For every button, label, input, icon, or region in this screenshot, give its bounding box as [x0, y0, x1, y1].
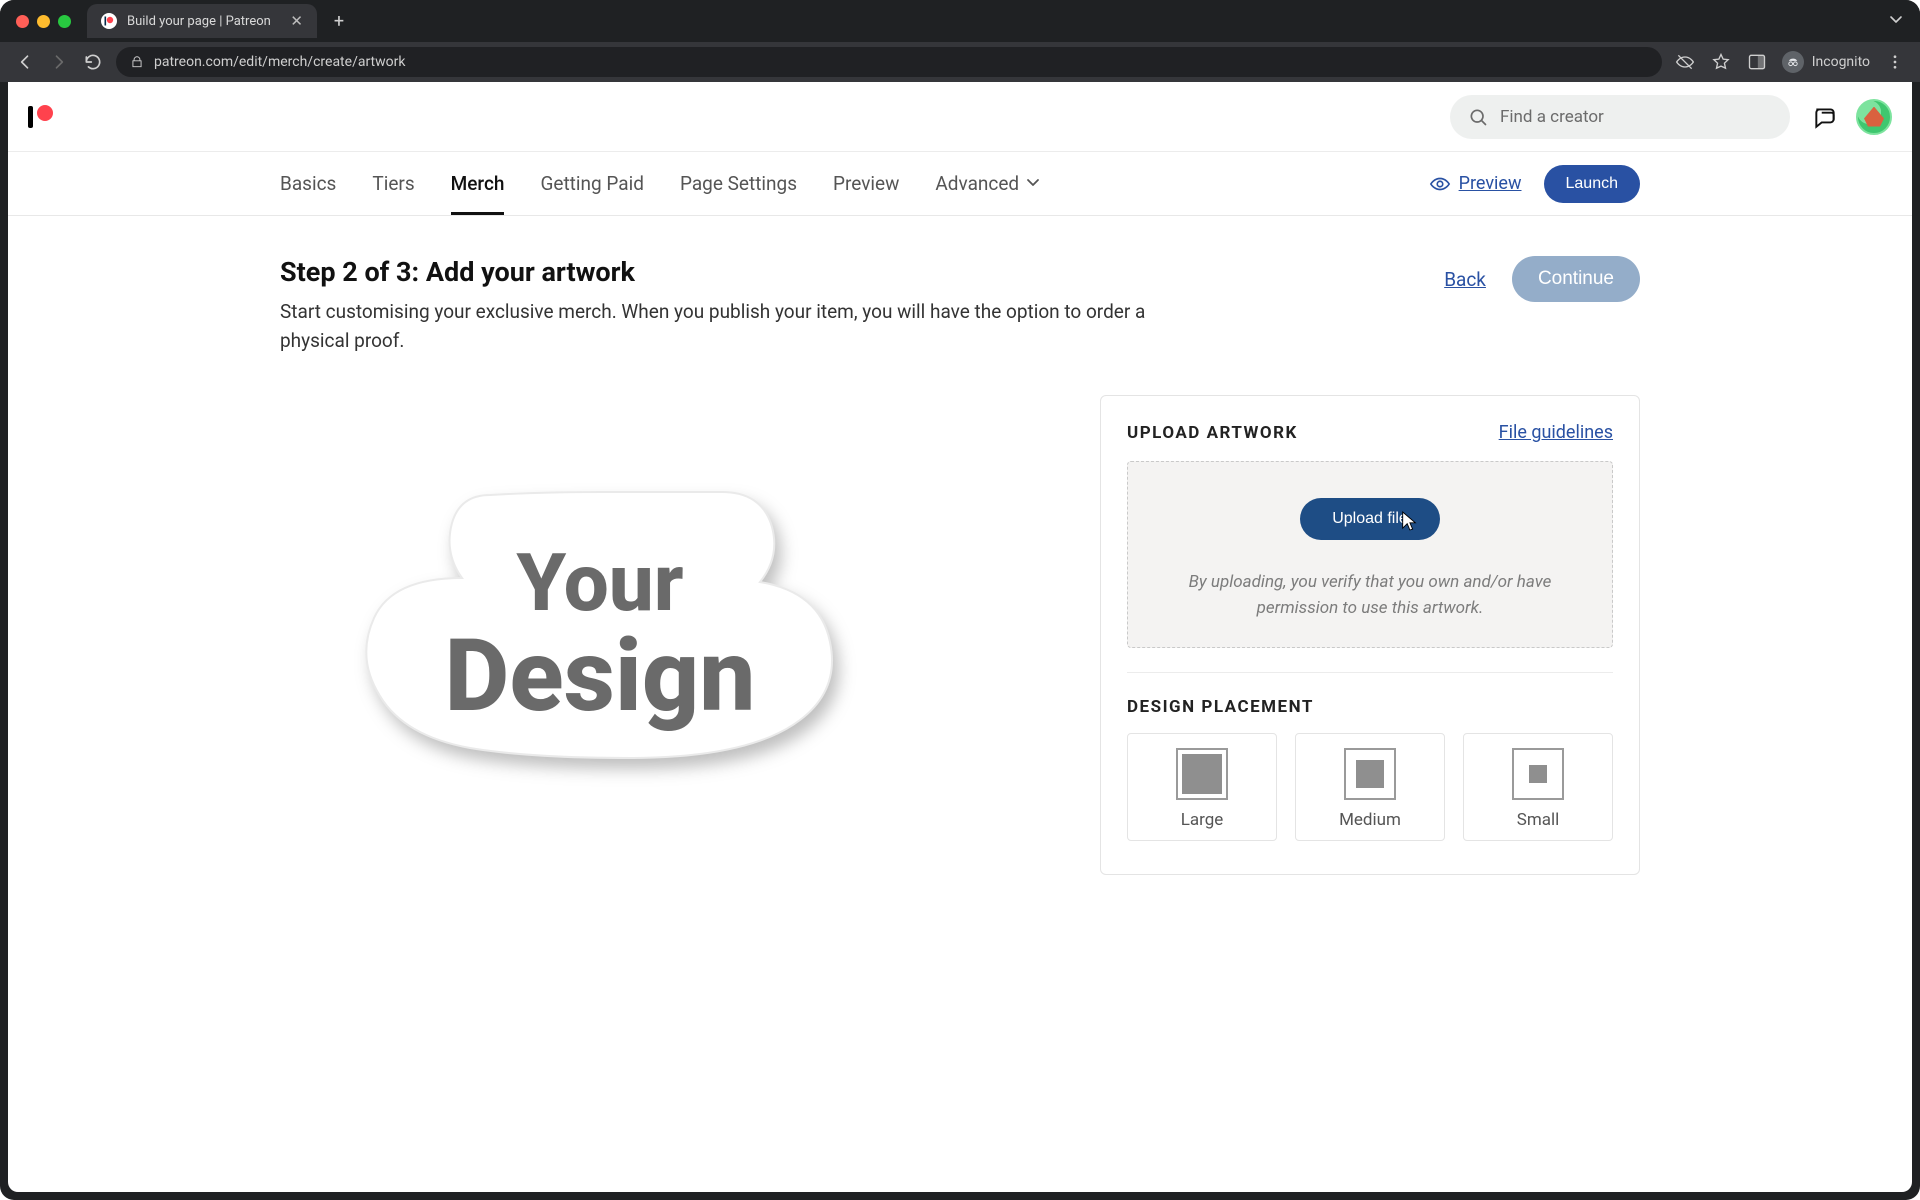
tab-advanced[interactable]: Advanced [935, 152, 1041, 215]
upload-file-button[interactable]: Upload file [1300, 498, 1440, 540]
preview-link[interactable]: Preview [1429, 173, 1522, 195]
placement-option-medium[interactable]: Medium [1295, 733, 1445, 841]
app-header: Find a creator [8, 82, 1912, 152]
forward-icon[interactable] [48, 51, 70, 73]
placement-thumb-small [1512, 748, 1564, 800]
incognito-indicator[interactable]: Incognito [1782, 51, 1870, 73]
search-icon [1468, 107, 1488, 127]
back-link[interactable]: Back [1444, 268, 1486, 291]
placement-thumb-large [1176, 748, 1228, 800]
logo-dot [37, 105, 53, 121]
eye-icon [1429, 173, 1451, 195]
panel-icon[interactable] [1746, 51, 1768, 73]
eye-off-icon[interactable] [1674, 51, 1696, 73]
placement-thumb-medium [1344, 748, 1396, 800]
placement-option-small[interactable]: Small [1463, 733, 1613, 841]
placement-option-large[interactable]: Large [1127, 733, 1277, 841]
divider [1127, 672, 1613, 673]
address-bar[interactable]: patreon.com/edit/merch/create/artwork [116, 47, 1662, 77]
star-icon[interactable] [1710, 51, 1732, 73]
launch-button[interactable]: Launch [1544, 165, 1641, 203]
placement-label-large: Large [1181, 810, 1224, 830]
messages-icon[interactable] [1812, 104, 1838, 130]
logo-bar [28, 106, 33, 128]
preview-text-line1: Your [516, 543, 683, 623]
merch-preview: Your Design [280, 395, 1060, 875]
placement-section-title: DESIGN PLACEMENT [1127, 697, 1613, 717]
step-description: Start customising your exclusive merch. … [280, 298, 1160, 355]
tab-page-settings[interactable]: Page Settings [680, 152, 797, 215]
editor-subnav: Basics Tiers Merch Getting Paid Page Set… [8, 152, 1912, 216]
browser-toolbar: patreon.com/edit/merch/create/artwork In… [0, 42, 1920, 82]
placement-label-small: Small [1517, 810, 1560, 830]
reload-icon[interactable] [82, 51, 104, 73]
tab-tiers[interactable]: Tiers [372, 152, 414, 215]
avatar[interactable] [1856, 99, 1892, 135]
new-tab-button[interactable]: + [325, 7, 353, 35]
preview-link-label: Preview [1459, 173, 1522, 194]
maximize-window-button[interactable] [58, 15, 71, 28]
artwork-side-card: UPLOAD ARTWORK File guidelines Upload fi… [1100, 395, 1640, 875]
tab-preview[interactable]: Preview [833, 152, 899, 215]
patreon-logo[interactable] [28, 106, 53, 128]
address-bar-url: patreon.com/edit/merch/create/artwork [154, 54, 405, 70]
browser-tab[interactable]: Build your page | Patreon ✕ [87, 4, 317, 38]
step-title: Step 2 of 3: Add your artwork [280, 256, 1160, 288]
tab-basics[interactable]: Basics [280, 152, 336, 215]
kebab-menu-icon[interactable] [1884, 51, 1906, 73]
tabs-dropdown-icon[interactable] [1888, 11, 1904, 31]
browser-tab-title: Build your page | Patreon [127, 14, 271, 29]
placement-label-medium: Medium [1339, 810, 1401, 830]
patreon-favicon [101, 13, 117, 29]
tab-merch[interactable]: Merch [451, 152, 505, 215]
upload-dropzone[interactable]: Upload file By uploading, you verify tha… [1127, 461, 1613, 648]
search-placeholder: Find a creator [1500, 107, 1604, 127]
minimize-window-button[interactable] [37, 15, 50, 28]
back-icon[interactable] [14, 51, 36, 73]
preview-text-line2: Design [445, 627, 756, 727]
close-window-button[interactable] [16, 15, 29, 28]
upload-disclaimer: By uploading, you verify that you own an… [1148, 570, 1592, 621]
window-titlebar: Build your page | Patreon ✕ + [0, 0, 1920, 42]
incognito-label: Incognito [1812, 54, 1870, 70]
incognito-icon [1782, 51, 1804, 73]
chevron-down-icon [1025, 172, 1041, 195]
upload-section-title: UPLOAD ARTWORK [1127, 423, 1298, 443]
file-guidelines-link[interactable]: File guidelines [1499, 422, 1613, 443]
window-controls [16, 15, 71, 28]
tab-getting-paid[interactable]: Getting Paid [540, 152, 644, 215]
close-tab-icon[interactable]: ✕ [290, 12, 303, 30]
continue-button[interactable]: Continue [1512, 256, 1640, 302]
search-input[interactable]: Find a creator [1450, 95, 1790, 139]
lock-icon [130, 55, 144, 69]
